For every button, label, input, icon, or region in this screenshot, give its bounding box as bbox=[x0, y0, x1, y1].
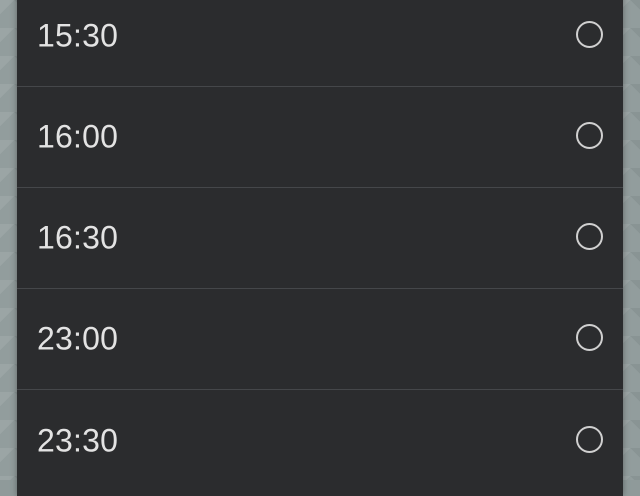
radio-unselected-icon[interactable] bbox=[576, 122, 603, 149]
time-option-label: 23:00 bbox=[37, 320, 119, 357]
radio-unselected-icon[interactable] bbox=[576, 21, 603, 48]
radio-unselected-icon[interactable] bbox=[576, 425, 603, 453]
time-option-1530[interactable]: 15:30 bbox=[17, 0, 623, 87]
time-option-label: 15:30 bbox=[37, 17, 119, 54]
time-picker-dialog: 15:30 16:00 16:30 23:00 23:30 bbox=[17, 0, 623, 496]
time-option-1600[interactable]: 16:00 bbox=[17, 87, 623, 188]
time-option-label: 16:30 bbox=[37, 219, 119, 256]
radio-unselected-icon[interactable] bbox=[576, 324, 603, 351]
time-options-list: 15:30 16:00 16:30 23:00 23:30 bbox=[17, 0, 623, 491]
time-option-2330[interactable]: 23:30 bbox=[17, 390, 623, 491]
time-option-label: 23:30 bbox=[37, 422, 119, 458]
time-option-1630[interactable]: 16:30 bbox=[17, 188, 623, 289]
radio-unselected-icon[interactable] bbox=[576, 223, 603, 250]
time-option-2300[interactable]: 23:00 bbox=[17, 289, 623, 390]
time-option-label: 16:00 bbox=[37, 118, 119, 155]
